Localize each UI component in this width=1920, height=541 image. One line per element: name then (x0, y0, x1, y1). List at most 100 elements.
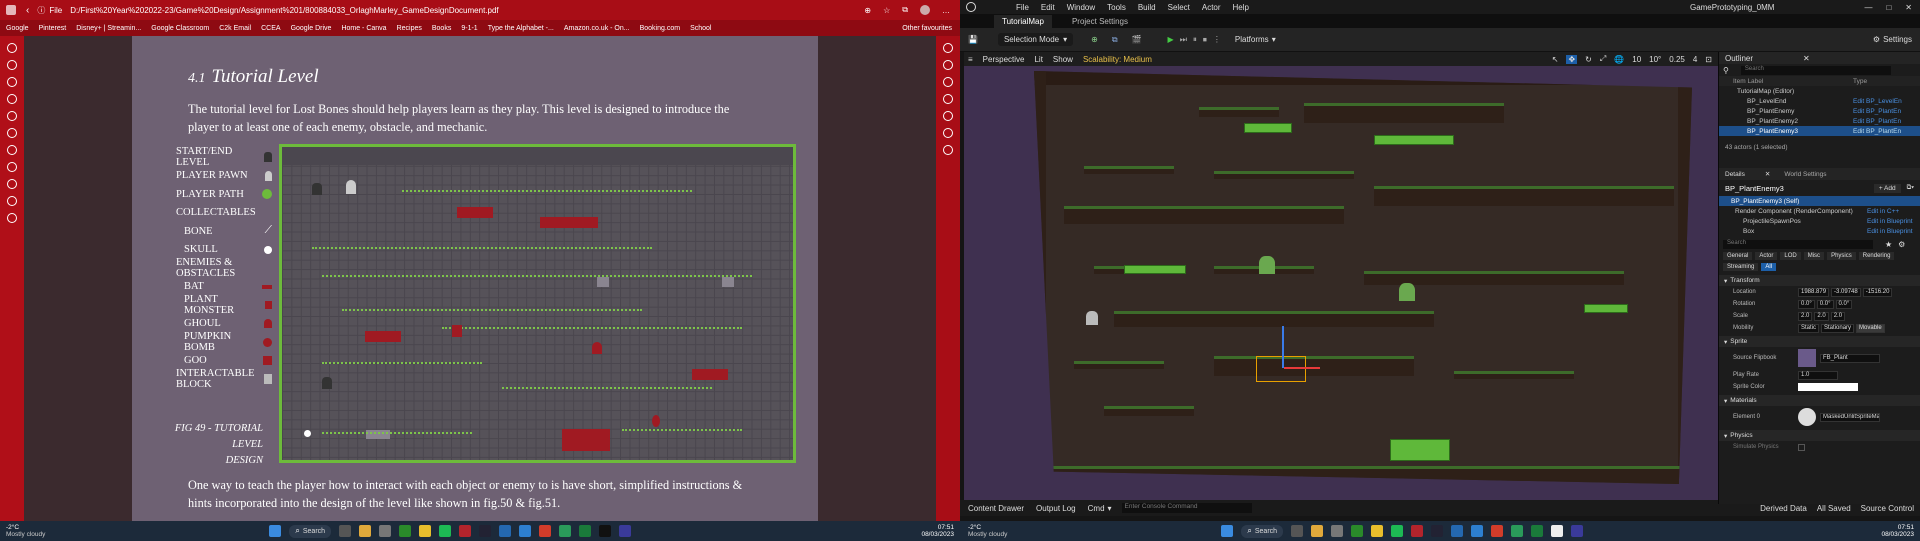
sidebar-tool-icon[interactable] (7, 213, 17, 223)
menu-item[interactable]: Window (1067, 3, 1095, 12)
gizmo-x-arrow[interactable] (1284, 367, 1320, 369)
outliner-row[interactable]: BP_LevelEnd Edit BP_LevelEn (1719, 96, 1920, 106)
rotation-y[interactable]: 0.0° (1816, 299, 1834, 309)
taskbar-app-icon[interactable] (1431, 525, 1444, 537)
taskbar-app-icon[interactable] (539, 525, 552, 537)
favorite-icon[interactable]: ☆ (883, 6, 890, 15)
rotation-x[interactable]: 0.0° (1798, 299, 1815, 309)
taskbar-app-icon[interactable] (1551, 525, 1564, 537)
url-field[interactable]: D:/First%20Year%202022-23/Game%20Design/… (70, 6, 510, 15)
close-icon[interactable]: ✕ (1905, 3, 1912, 12)
bookmark-item[interactable]: Amazon.co.uk - On... (564, 25, 630, 32)
rotation-snap-value[interactable]: 10° (1649, 55, 1661, 64)
content-drawer-button[interactable]: Content Drawer (968, 504, 1024, 513)
section-header[interactable]: ▾ Transform (1719, 275, 1920, 286)
sidebar-tool-icon[interactable] (7, 77, 17, 87)
show-button[interactable]: Show (1053, 55, 1073, 64)
bookmark-item[interactable]: Disney+ | Streamin... (76, 25, 141, 32)
sidebar-app-icon[interactable] (943, 77, 953, 87)
taskbar-app-icon[interactable] (579, 525, 592, 537)
sidebar-tool-icon[interactable] (7, 128, 17, 138)
bookmark-item[interactable]: Google (6, 25, 29, 32)
perspective-button[interactable]: Perspective (983, 55, 1025, 64)
location-x[interactable]: 1988.879 (1798, 287, 1830, 297)
filter-tab-active[interactable]: All (1761, 263, 1777, 271)
bookmark-item[interactable]: Pinterest (39, 25, 67, 32)
bookmark-item[interactable]: Home - Canva (341, 25, 386, 32)
sidebar-tool-icon[interactable] (7, 162, 17, 172)
sidebar-tool-icon[interactable] (7, 111, 17, 121)
add-actor-icon[interactable]: ⊕ (1091, 35, 1098, 44)
location-y[interactable]: -3.09748 (1831, 287, 1861, 297)
rotation-z[interactable]: 0.0° (1835, 299, 1853, 309)
menu-item[interactable]: File (1016, 3, 1029, 12)
mobility-option[interactable]: Stationary (1821, 323, 1855, 333)
blueprint-options-icon[interactable]: ⧉▾ (1907, 184, 1914, 192)
filter-tab[interactable]: General (1723, 252, 1753, 260)
more-icon[interactable]: ⋮ (1213, 35, 1221, 44)
viewport-menu-icon[interactable]: ≡ (968, 55, 973, 64)
search-box[interactable]: ⌕ Search (1241, 524, 1284, 538)
taskbar-app-icon[interactable] (1411, 525, 1424, 537)
weather-widget[interactable]: -2°C Mostly cloudy (6, 524, 45, 538)
scale-z[interactable]: 2.0 (1830, 311, 1846, 321)
taskbar-app-icon[interactable] (359, 525, 372, 537)
scale-snap-value[interactable]: 0.25 (1669, 55, 1685, 64)
outliner-tab[interactable]: Outliner (1725, 54, 1753, 63)
start-icon[interactable] (269, 525, 282, 537)
sequence-icon[interactable]: 🎬 (1132, 35, 1142, 44)
column-header[interactable]: Item Label (1733, 78, 1853, 85)
sidebar-tool-icon[interactable] (7, 196, 17, 206)
maximize-viewport-icon[interactable]: ⊡ (1705, 55, 1712, 64)
taskbar-app-icon[interactable] (1531, 525, 1544, 537)
back-button[interactable]: ‹ (26, 5, 29, 16)
sidebar-app-icon[interactable] (943, 128, 953, 138)
blueprint-icon[interactable]: ⧉ (1112, 35, 1118, 45)
menu-item[interactable]: Tools (1107, 3, 1126, 12)
taskbar-app-icon[interactable] (499, 525, 512, 537)
component-row[interactable]: ProjectileSpawnPos Edit in Blueprint (1719, 216, 1920, 226)
pawn-sprite[interactable] (1086, 311, 1098, 325)
location-z[interactable]: -1516.20 (1862, 287, 1893, 297)
bookmark-item[interactable]: Google Classroom (151, 25, 209, 32)
taskbar-app-icon[interactable] (619, 525, 632, 537)
mobility-option[interactable]: Static (1798, 323, 1820, 333)
profile-avatar[interactable] (920, 5, 930, 15)
sidebar-tool-icon[interactable] (7, 179, 17, 189)
details-search[interactable]: Search (1723, 239, 1873, 249)
sidebar-app-icon[interactable] (943, 94, 953, 104)
taskbar-app-icon[interactable] (1391, 525, 1404, 537)
taskbar-app-icon[interactable] (419, 525, 432, 537)
bookmark-item[interactable]: C2k Email (219, 25, 251, 32)
taskbar-app-icon[interactable] (599, 525, 612, 537)
menu-item[interactable]: Build (1138, 3, 1156, 12)
sidebar-app-icon[interactable] (943, 60, 953, 70)
outliner-row-selected[interactable]: BP_PlantEnemy3 Edit BP_PlantEn (1719, 126, 1920, 136)
taskbar-app-icon[interactable] (1491, 525, 1504, 537)
taskbar-app-icon[interactable] (1331, 525, 1344, 537)
zoom-icon[interactable]: ⊕ (864, 6, 871, 15)
sidebar-tool-icon[interactable] (7, 60, 17, 70)
component-row[interactable]: Box Edit in Blueprint (1719, 226, 1920, 236)
extensions-icon[interactable]: ⧉ (902, 5, 908, 15)
tab-tutorialmap[interactable]: TutorialMap (994, 14, 1052, 28)
output-log-button[interactable]: Output Log (1036, 504, 1076, 513)
filter-tab[interactable]: Misc (1803, 252, 1825, 260)
flipbook-dropdown[interactable]: FB_Plant (1820, 353, 1880, 363)
taskbar-app-icon[interactable] (1471, 525, 1484, 537)
bookmark-item[interactable]: School (690, 25, 711, 32)
close-icon[interactable]: ✕ (1803, 54, 1810, 63)
scalability-warning[interactable]: Scalability: Medium (1083, 55, 1152, 64)
menu-item[interactable]: Help (1233, 3, 1249, 12)
filter-icon[interactable]: ⚲ (1723, 66, 1729, 75)
plant-enemy-sprite[interactable] (1399, 283, 1415, 301)
start-icon[interactable] (1221, 525, 1234, 537)
outliner-row[interactable]: BP_PlantEnemy Edit BP_PlantEn (1719, 106, 1920, 116)
taskbar-app-icon[interactable] (1311, 525, 1324, 537)
taskbar-app-icon[interactable] (559, 525, 572, 537)
selected-plant-enemy[interactable] (1256, 356, 1306, 382)
sidebar-tool-icon[interactable] (7, 43, 17, 53)
taskbar-app-icon[interactable] (399, 525, 412, 537)
taskbar-app-icon[interactable] (339, 525, 352, 537)
filter-tab[interactable]: Rendering (1858, 252, 1895, 260)
